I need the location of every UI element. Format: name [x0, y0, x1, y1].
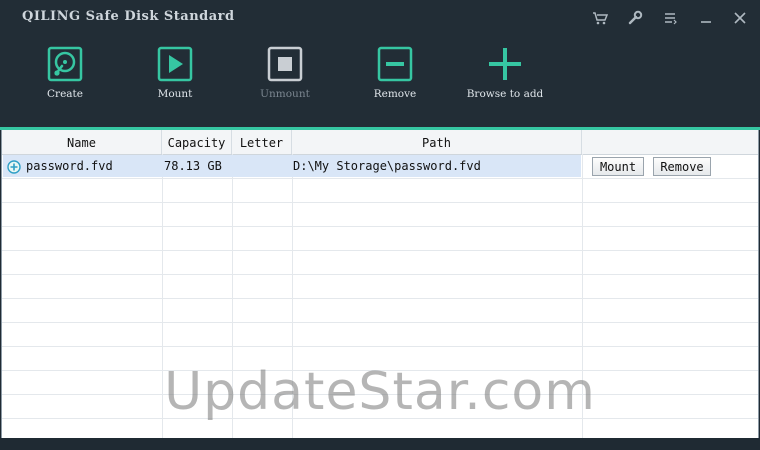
grid-line: [2, 298, 758, 299]
column-header-name[interactable]: Name: [2, 130, 162, 154]
disk-capacity: 78.13 GB: [164, 159, 222, 173]
browse-to-add-button[interactable]: Browse to add: [460, 46, 550, 100]
create-button[interactable]: Create: [20, 46, 110, 100]
minus-icon: [377, 46, 413, 82]
browse-to-add-label: Browse to add: [466, 88, 544, 100]
grid-line: [2, 202, 758, 203]
table-header: Name Capacity Letter Path: [2, 130, 758, 155]
grid-line: [2, 226, 758, 227]
mount-button[interactable]: Mount: [130, 46, 220, 100]
unmount-label: Unmount: [260, 88, 310, 100]
disk-name: password.fvd: [26, 159, 113, 173]
grid-line: [2, 322, 758, 323]
disk-key-icon: [47, 46, 83, 82]
minimize-icon[interactable]: [698, 10, 714, 26]
remove-label: Remove: [373, 88, 417, 100]
app-title: QILING Safe Disk Standard: [22, 9, 235, 24]
wrench-icon[interactable]: [627, 10, 643, 26]
menu-icon[interactable]: [662, 10, 678, 26]
disk-path: D:\My Storage\password.fvd: [293, 159, 481, 173]
unmount-button[interactable]: Unmount: [240, 46, 330, 100]
grid-line: [2, 346, 758, 347]
mount-label: Mount: [157, 88, 193, 100]
cart-icon[interactable]: [592, 10, 608, 26]
grid-line: [2, 250, 758, 251]
remove-button[interactable]: Remove: [350, 46, 440, 100]
column-header-letter[interactable]: Letter: [232, 130, 292, 154]
watermark: UpdateStar.com: [164, 362, 596, 422]
create-label: Create: [47, 88, 83, 100]
grid-line: [2, 274, 758, 275]
row-mount-button[interactable]: Mount: [592, 157, 644, 176]
play-icon: [157, 46, 193, 82]
column-header-path[interactable]: Path: [292, 130, 582, 154]
column-header-actions: [582, 130, 758, 154]
row-remove-button[interactable]: Remove: [653, 157, 711, 176]
plus-icon: [487, 46, 523, 82]
plus-circle-icon[interactable]: [7, 159, 21, 174]
stop-icon: [267, 46, 303, 82]
close-icon[interactable]: [732, 10, 748, 26]
toolbar: Create Mount Unmount Remove Browse to ad…: [0, 36, 760, 128]
bottom-bar: [0, 438, 760, 450]
title-bar: QILING Safe Disk Standard: [0, 0, 760, 36]
grid-line: [2, 178, 758, 179]
app-window: QILING Safe Disk Standard Create Mount U…: [0, 0, 760, 450]
column-header-capacity[interactable]: Capacity: [162, 130, 232, 154]
